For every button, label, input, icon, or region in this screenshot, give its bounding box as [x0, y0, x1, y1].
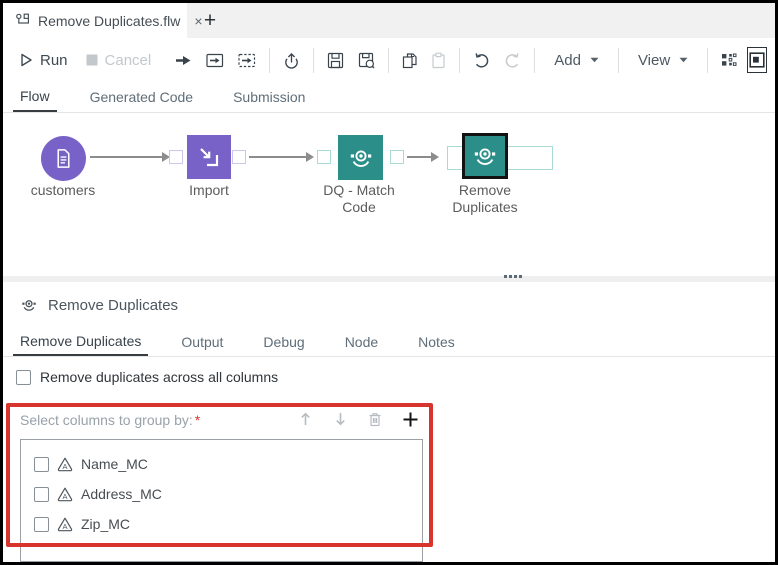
group-by-label: Select columns to group by: *: [20, 412, 201, 428]
view-menu-button[interactable]: View: [632, 52, 694, 69]
dq-output-port[interactable]: [390, 150, 404, 164]
group-by-toolbar: [295, 408, 420, 430]
save-all-icon[interactable]: [358, 49, 375, 71]
svg-text:A: A: [62, 492, 67, 501]
tab-node[interactable]: Node: [338, 327, 385, 356]
connector-arrow: [407, 152, 439, 162]
tab-remove-duplicates-flw[interactable]: Remove Duplicates.flw ×: [3, 3, 203, 38]
list-item[interactable]: A Address_MC: [21, 479, 422, 509]
redo-icon: [504, 49, 521, 71]
save-icon[interactable]: [327, 49, 344, 71]
column-checkbox[interactable]: [34, 486, 49, 502]
flow-canvas[interactable]: customers Import DQ - Match Code Remove …: [3, 113, 775, 272]
cancel-button: Cancel: [86, 52, 151, 69]
all-columns-checkbox[interactable]: [16, 369, 31, 385]
move-up-icon: [295, 408, 315, 430]
import-output-port[interactable]: [232, 150, 246, 164]
export-icon[interactable]: [283, 49, 300, 71]
panel-title: Remove Duplicates: [48, 296, 179, 314]
chevron-down-icon: [679, 57, 688, 63]
column-name: Address_MC: [81, 486, 162, 502]
editor-tab-strip: Flow Generated Code Submission: [3, 82, 775, 113]
run-button[interactable]: Run: [20, 52, 68, 69]
character-column-icon: A: [57, 486, 73, 502]
node-customers[interactable]: [41, 136, 86, 181]
svg-text:A: A: [62, 522, 67, 531]
chevron-down-icon: [590, 57, 599, 63]
dq-icon: [347, 144, 375, 172]
dq-icon: [20, 296, 38, 314]
node-label: DQ - Match Code: [323, 182, 395, 215]
splitter-handle-icon[interactable]: [504, 275, 522, 278]
panel-tab-strip: Remove Duplicates Output Debug Node Note…: [3, 327, 775, 357]
node-view-icon[interactable]: [747, 47, 768, 73]
all-columns-option: Remove duplicates across all columns: [16, 369, 278, 385]
auto-arrange-icon[interactable]: [721, 49, 737, 71]
document-tab-bar: Remove Duplicates.flw × +: [3, 3, 775, 38]
column-checkbox[interactable]: [34, 516, 49, 532]
group-by-column-list[interactable]: A Name_MC A Address_MC A Zip_MC: [20, 439, 423, 562]
tab-title: Remove Duplicates.flw: [38, 12, 181, 29]
document-icon: [52, 147, 75, 170]
add-menu-button[interactable]: Add: [548, 52, 605, 69]
node-label: customers: [30, 182, 96, 198]
copy-icon[interactable]: [402, 49, 417, 71]
connector-arrow: [90, 152, 170, 162]
tab-submission[interactable]: Submission: [226, 82, 312, 112]
column-checkbox[interactable]: [34, 456, 49, 472]
flow-toolbar: Run Cancel Add View: [3, 38, 775, 82]
node-label: Remove Duplicates: [452, 182, 518, 215]
tab-notes[interactable]: Notes: [411, 327, 462, 356]
list-item[interactable]: A Name_MC: [21, 449, 422, 479]
dq-input-port[interactable]: [317, 150, 331, 164]
list-item[interactable]: A Zip_MC: [21, 509, 422, 539]
character-column-icon: A: [57, 456, 73, 472]
node-import[interactable]: [187, 135, 231, 179]
tab-flow[interactable]: Flow: [13, 82, 57, 112]
panel-splitter[interactable]: [3, 272, 775, 285]
paste-icon: [431, 49, 446, 71]
sas-studio-flow-window: Remove Duplicates.flw × + Run Cancel Add…: [3, 3, 775, 562]
run-to-selection-icon[interactable]: [206, 49, 224, 71]
tab-remove-duplicates[interactable]: Remove Duplicates: [13, 327, 149, 356]
required-marker: *: [194, 412, 201, 428]
run-selected-icon[interactable]: [175, 49, 192, 71]
move-down-icon: [330, 408, 350, 430]
import-icon: [197, 145, 221, 169]
add-column-icon[interactable]: [400, 408, 420, 430]
dq-icon: [471, 142, 499, 170]
panel-header: Remove Duplicates: [20, 296, 178, 314]
tab-output[interactable]: Output: [174, 327, 230, 356]
delete-icon: [365, 408, 385, 430]
undo-icon[interactable]: [473, 49, 490, 71]
svg-text:A: A: [62, 462, 67, 471]
run-from-selection-icon[interactable]: [238, 49, 256, 71]
tab-generated-code[interactable]: Generated Code: [83, 82, 201, 112]
tab-debug[interactable]: Debug: [256, 327, 311, 356]
node-dq-match-code[interactable]: [338, 135, 383, 180]
node-remove-duplicates[interactable]: [462, 133, 508, 179]
stop-icon: [86, 54, 98, 66]
flow-file-icon: [15, 13, 30, 28]
column-name: Name_MC: [81, 456, 148, 472]
connector-arrow: [249, 152, 314, 162]
column-name: Zip_MC: [81, 516, 131, 532]
play-icon: [20, 53, 33, 67]
import-input-port[interactable]: [169, 150, 183, 164]
all-columns-label: Remove duplicates across all columns: [40, 369, 279, 385]
node-label: Import: [189, 182, 229, 198]
new-tab-button[interactable]: +: [187, 3, 233, 38]
character-column-icon: A: [57, 516, 73, 532]
